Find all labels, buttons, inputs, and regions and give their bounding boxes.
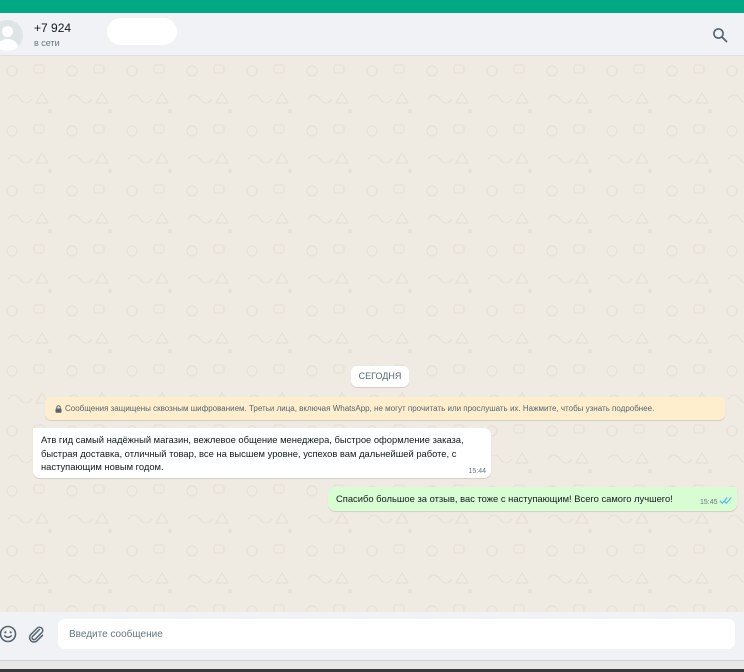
message-time: 15:44 [468, 468, 486, 475]
paperclip-icon[interactable] [27, 625, 45, 643]
message-bubble-incoming[interactable]: Атв гид самый надёжный магазин, вежлевое… [33, 428, 491, 478]
double-check-read-icon [719, 497, 732, 505]
taskbar-strip [0, 660, 744, 672]
lock-icon [55, 405, 62, 413]
avatar-default-head [2, 26, 13, 37]
message-input[interactable] [58, 619, 735, 649]
contact-name-text: +7 924 [34, 21, 72, 35]
contact-name[interactable]: +7 924 [34, 18, 177, 45]
message-text: Спасибо большое за отзыв, вас тоже с нас… [336, 493, 673, 504]
chat-wallpaper-pattern [0, 57, 744, 612]
date-separator: СЕГОДНЯ [351, 366, 409, 387]
chat-area[interactable] [0, 57, 744, 612]
message-bubble-outgoing[interactable]: Спасибо большое за отзыв, вас тоже с нас… [328, 487, 737, 511]
encryption-notice-text: Сообщения защищены сквозным шифрованием.… [65, 404, 655, 413]
chat-header: +7 924 в сети [0, 13, 744, 56]
composer-bar [0, 612, 744, 660]
search-icon[interactable] [712, 27, 728, 43]
message-time: 15:45 [700, 499, 718, 506]
avatar[interactable] [0, 20, 23, 51]
encryption-notice[interactable]: Сообщения защищены сквозным шифрованием.… [45, 397, 725, 420]
message-text: Атв гид самый надёжный магазин, вежлевое… [41, 434, 464, 472]
redaction-mask [107, 18, 177, 45]
contact-status: в сети [34, 38, 60, 48]
app-top-stripe [0, 0, 744, 13]
avatar-default-body [0, 39, 18, 51]
emoji-icon[interactable] [0, 625, 17, 643]
